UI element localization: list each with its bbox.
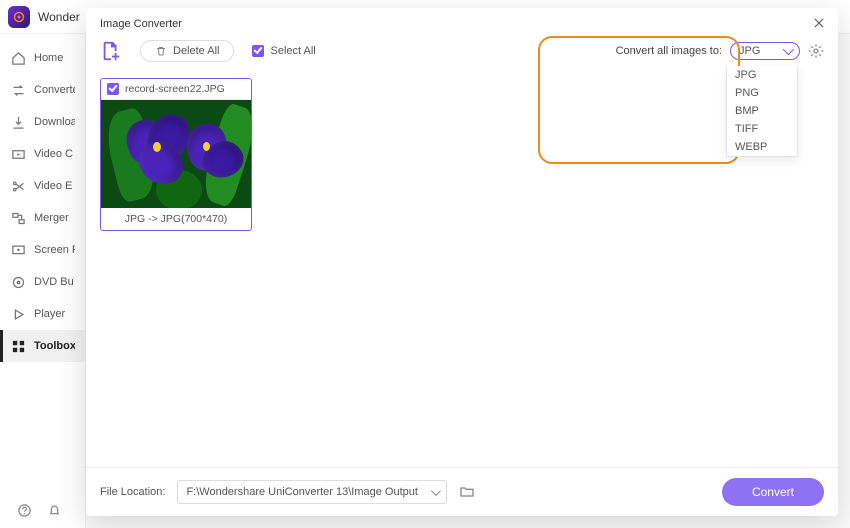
output-path: F:\Wondershare UniConverter 13\Image Out…: [186, 486, 418, 498]
image-converter-modal: Image Converter Delete All Select All Co…: [86, 8, 838, 516]
sidebar-item-player[interactable]: Player: [0, 298, 85, 330]
gear-icon[interactable]: [808, 43, 824, 59]
sidebar-item-label: Video E: [34, 180, 72, 192]
file-location-label: File Location:: [100, 486, 165, 498]
sidebar-item-label: Downloa: [34, 116, 75, 128]
sidebar-item-downloader[interactable]: Downloa: [0, 106, 85, 138]
close-icon[interactable]: [812, 16, 828, 32]
sidebar-item-video-editor[interactable]: Video E: [0, 170, 85, 202]
sidebar-item-label: Player: [34, 308, 65, 320]
sidebar-item-label: Home: [34, 52, 63, 64]
file-caption: JPG -> JPG(700*470): [101, 208, 251, 230]
screen-record-icon: [10, 242, 26, 258]
format-selected: JPG: [739, 45, 760, 57]
scissors-icon: [10, 178, 26, 194]
sidebar-item-label: Toolbox: [34, 340, 75, 352]
trash-icon: [155, 45, 167, 57]
format-option[interactable]: TIFF: [727, 120, 797, 138]
sidebar-item-screen-recorder[interactable]: Screen F: [0, 234, 85, 266]
bell-icon[interactable]: [46, 502, 62, 518]
home-icon: [10, 50, 26, 66]
format-option[interactable]: JPG: [727, 66, 797, 84]
convert-label: Convert all images to:: [616, 45, 722, 57]
format-option[interactable]: PNG: [727, 84, 797, 102]
toolbox-icon: [10, 338, 26, 354]
sidebar-item-toolbox[interactable]: Toolbox: [0, 330, 85, 362]
format-option[interactable]: BMP: [727, 102, 797, 120]
sidebar-item-video-compressor[interactable]: Video C: [0, 138, 85, 170]
file-name: record-screen22.JPG: [125, 83, 225, 95]
checkbox-checked-icon: [252, 45, 264, 57]
add-file-icon[interactable]: [100, 40, 122, 62]
sidebar-item-converter[interactable]: Converte: [0, 74, 85, 106]
convert-format-row: Convert all images to: JPG JPG PNG BMP T…: [616, 42, 824, 60]
output-path-select[interactable]: F:\Wondershare UniConverter 13\Image Out…: [177, 480, 447, 504]
app-logo: [8, 6, 30, 28]
help-icon[interactable]: [16, 502, 32, 518]
convert-icon: [10, 82, 26, 98]
checkbox-checked-icon[interactable]: [107, 83, 119, 95]
merge-icon: [10, 210, 26, 226]
convert-button-label: Convert: [752, 485, 794, 499]
sidebar-item-label: Screen F: [34, 244, 75, 256]
delete-all-button[interactable]: Delete All: [140, 40, 234, 62]
chevron-down-icon: [431, 486, 441, 496]
delete-all-label: Delete All: [173, 45, 219, 57]
sidebar-item-label: Converte: [34, 84, 75, 96]
sidebar-item-label: Merger: [34, 212, 69, 224]
thumbnail-image: [101, 100, 251, 208]
disc-icon: [10, 274, 26, 290]
convert-button[interactable]: Convert: [722, 478, 824, 506]
sidebar-item-label: DVD Bu: [34, 276, 74, 288]
folder-icon[interactable]: [459, 484, 475, 500]
modal-footer: File Location: F:\Wondershare UniConvert…: [86, 467, 838, 516]
sidebar-item-dvd-burner[interactable]: DVD Bu: [0, 266, 85, 298]
select-all-label: Select All: [270, 45, 315, 57]
app-name: Wonder: [38, 10, 80, 24]
format-select[interactable]: JPG: [730, 42, 800, 60]
sidebar-item-label: Video C: [34, 148, 73, 160]
format-dropdown: JPG PNG BMP TIFF WEBP: [726, 66, 798, 157]
download-icon: [10, 114, 26, 130]
chevron-down-icon: [783, 44, 794, 55]
video-compress-icon: [10, 146, 26, 162]
sidebar: Home Converte Downloa Video C Video E Me…: [0, 34, 86, 528]
modal-toolbar: Delete All Select All Convert all images…: [86, 36, 838, 72]
sidebar-item-merger[interactable]: Merger: [0, 202, 85, 234]
sidebar-item-home[interactable]: Home: [0, 42, 85, 74]
file-thumbnail[interactable]: record-screen22.JPG JPG -> JPG(700*470): [100, 78, 252, 231]
select-all-checkbox[interactable]: Select All: [252, 45, 315, 57]
format-option[interactable]: WEBP: [727, 138, 797, 156]
modal-title: Image Converter: [100, 18, 182, 30]
play-icon: [10, 306, 26, 322]
status-bar: [16, 502, 62, 518]
